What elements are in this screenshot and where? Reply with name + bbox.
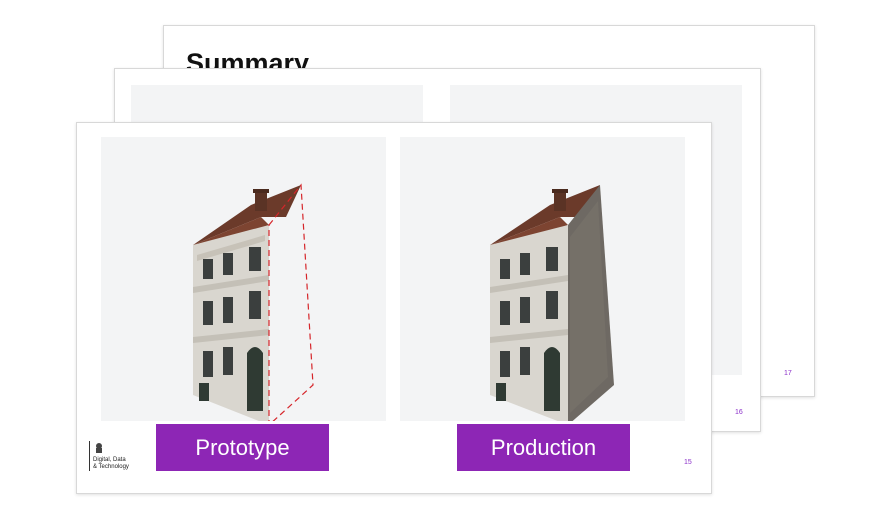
logo-divider [89,441,90,471]
page-number: 17 [784,370,792,377]
production-label: Production [457,424,630,471]
prototype-image-panel [101,137,386,421]
page-number: 16 [735,409,743,416]
crest-icon [96,443,102,453]
prototype-house-render [193,183,314,421]
production-house-render [490,185,614,421]
logo-line-1: Digital, Data [93,457,126,463]
page-number: 15 [684,459,692,466]
production-image-panel [400,137,685,421]
ddat-logo: Digital, Data & Technology [89,441,149,473]
slide-15[interactable]: Prototype Production Digital, Data & Tec… [76,122,712,494]
prototype-label: Prototype [156,424,329,471]
logo-line-2: & Technology [93,464,129,470]
